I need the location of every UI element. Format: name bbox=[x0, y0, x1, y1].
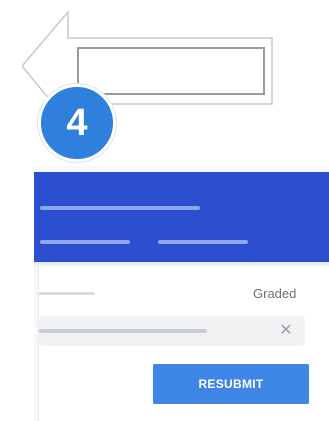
header-title-placeholder bbox=[40, 206, 200, 210]
assignment-card: Graded ✕ RESUBMIT bbox=[34, 166, 329, 421]
header-meta-placeholder bbox=[158, 240, 248, 244]
resubmit-button[interactable]: RESUBMIT bbox=[153, 364, 309, 404]
step-number-badge: 4 bbox=[38, 84, 116, 162]
attachment-row[interactable]: ✕ bbox=[39, 316, 305, 346]
status-badge: Graded bbox=[253, 286, 297, 301]
header-subtitle-placeholder bbox=[40, 240, 130, 244]
course-header bbox=[34, 172, 329, 262]
submission-panel: Graded ✕ RESUBMIT bbox=[38, 266, 329, 421]
close-icon[interactable]: ✕ bbox=[277, 322, 295, 340]
submission-title-placeholder bbox=[39, 292, 95, 295]
attachment-name-placeholder bbox=[39, 329, 207, 333]
